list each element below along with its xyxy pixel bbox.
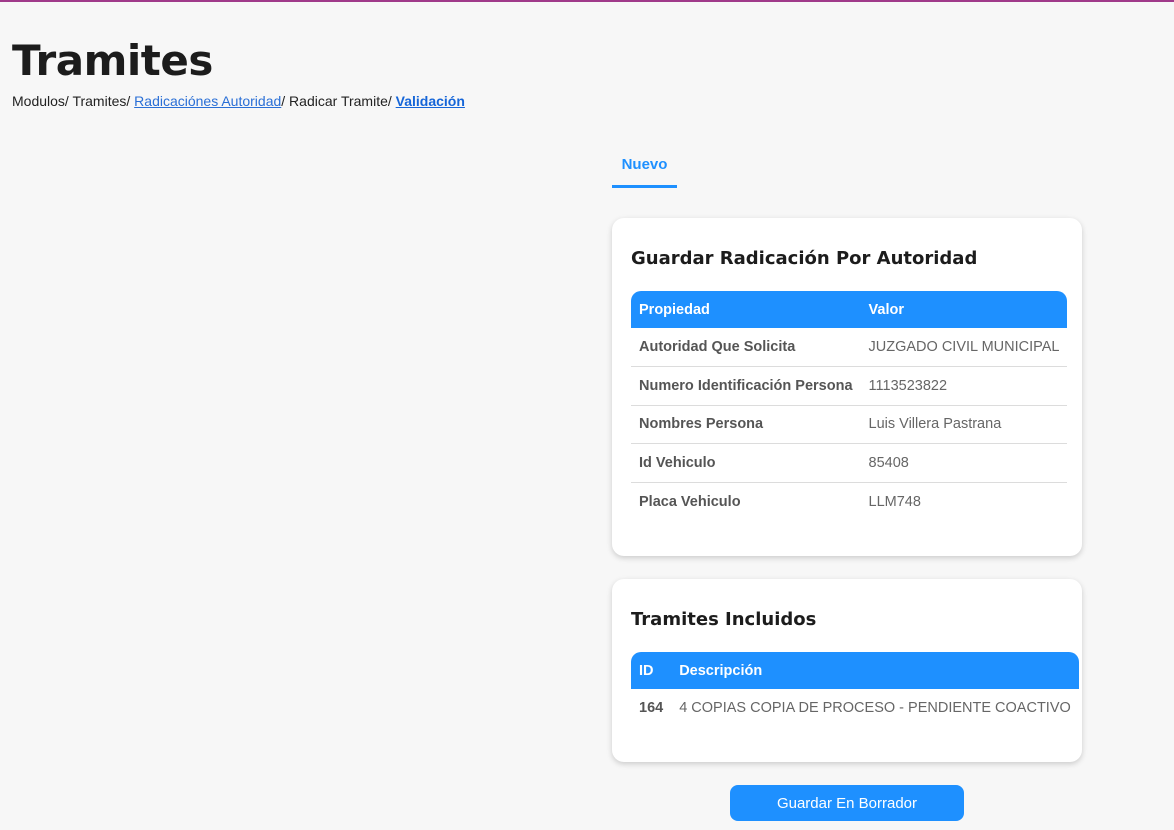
property-value: 85408: [860, 443, 1068, 483]
radicacion-table: Propiedad Valor Autoridad Que Solicita J…: [631, 291, 1068, 521]
property-key: Autoridad Que Solicita: [631, 328, 861, 368]
tramite-id: 164: [639, 700, 664, 717]
breadcrumb-item-tramites: Tramites/: [72, 93, 135, 109]
property-value: Luis Villera Pastrana: [860, 405, 1068, 445]
table-row: Nombres Persona Luis Villera Pastrana: [631, 405, 1068, 445]
save-draft-button[interactable]: Guardar En Borrador: [730, 785, 964, 821]
column-header-descripcion: Descripción: [679, 662, 763, 679]
property-key: Id Vehiculo: [631, 443, 861, 483]
tab-nuevo[interactable]: Nuevo: [612, 152, 677, 188]
breadcrumb-item-radicar-tramite: / Radicar Tramite/: [281, 93, 396, 109]
table-row: Id Vehiculo 85408: [631, 443, 1068, 483]
property-value: 1113523822: [860, 366, 1068, 406]
breadcrumb-link-radicaciones-autoridad[interactable]: Radicaciónes Autoridad: [134, 93, 281, 109]
tramites-table: ID Descripción 164 4 COPIAS COPIA DE PRO…: [631, 652, 1079, 728]
column-header-propiedad: Propiedad: [639, 301, 710, 318]
breadcrumb-item-modulos: Modulos/: [12, 93, 73, 109]
breadcrumb-link-validacion[interactable]: Validación: [396, 93, 465, 109]
table-header-row: Propiedad Valor: [631, 291, 1068, 328]
top-accent-strip: [0, 0, 1174, 2]
property-value: JUZGADO CIVIL MUNICIPAL: [860, 328, 1068, 368]
column-header-id: ID: [639, 662, 654, 679]
property-value: LLM748: [868, 493, 921, 510]
property-key: Numero Identificación Persona: [631, 366, 861, 406]
table-row: Placa Vehiculo LLM748: [631, 482, 1067, 521]
breadcrumb: Modulos/ Tramites/ Radicaciónes Autorida…: [12, 93, 465, 109]
radicacion-card-title: Guardar Radicación Por Autoridad: [631, 248, 978, 269]
radicacion-card: Guardar Radicación Por Autoridad Propied…: [612, 218, 1082, 556]
column-header-valor: Valor: [868, 301, 904, 318]
tramites-incluidos-card: Tramites Incluidos ID Descripción 164 4 …: [612, 579, 1082, 762]
property-key: Nombres Persona: [631, 405, 861, 445]
table-row: 164 4 COPIAS COPIA DE PROCESO - PENDIENT…: [631, 689, 1079, 728]
table-row: Numero Identificación Persona 1113523822: [631, 366, 1068, 406]
table-row: Autoridad Que Solicita JUZGADO CIVIL MUN…: [631, 328, 1068, 368]
table-header-row: ID Descripción: [631, 652, 1079, 689]
tramite-descripcion: 4 COPIAS COPIA DE PROCESO - PENDIENTE CO…: [679, 700, 1071, 717]
tramites-incluidos-title: Tramites Incluidos: [631, 609, 817, 630]
property-key: Placa Vehiculo: [639, 493, 741, 510]
page-title: Tramites: [12, 36, 213, 85]
